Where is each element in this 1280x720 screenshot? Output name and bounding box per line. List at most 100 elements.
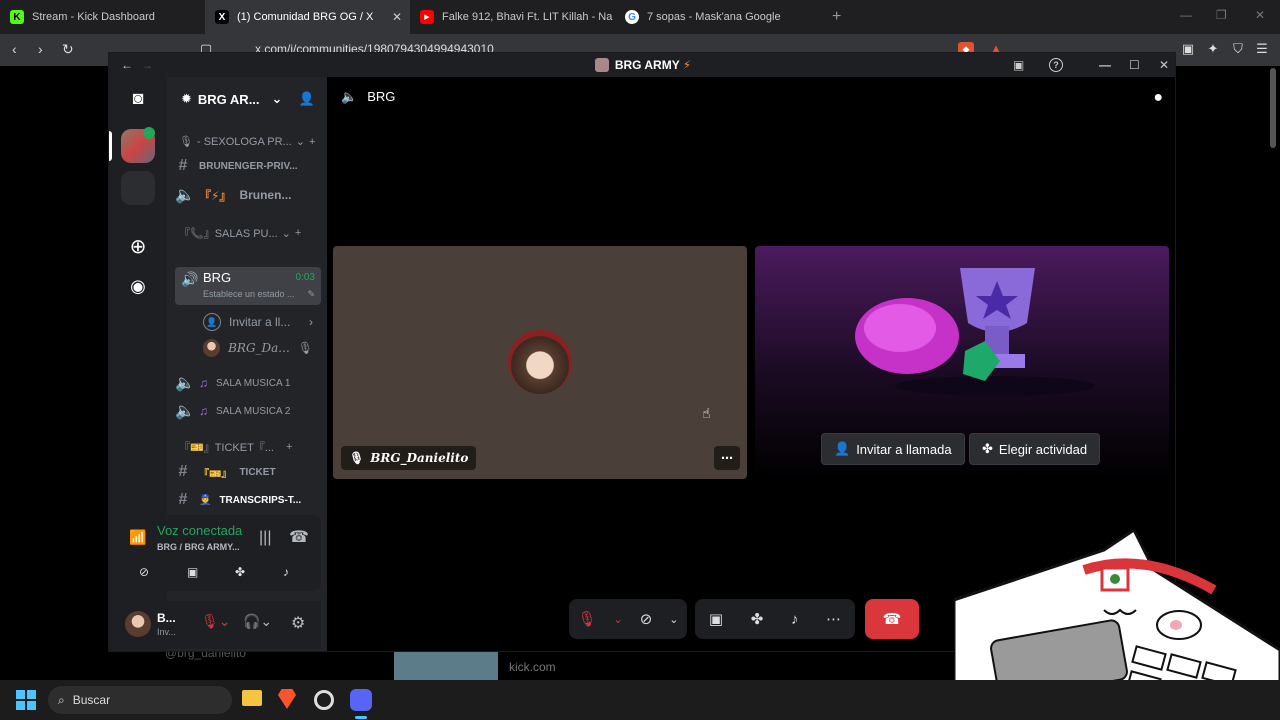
voice-location[interactable]: BRG / BRG ARMY... [157,542,240,552]
chevron-down-icon[interactable]: ⌄ [614,613,623,626]
add-person-icon: 👤 [203,313,221,331]
screen-share-icon[interactable]: ▣ [187,565,198,579]
tab-kick[interactable]: K Stream - Kick Dashboard [0,0,205,34]
tab-google[interactable]: G 7 sopas - Mask'ana Google [615,0,820,34]
chevron-down-icon[interactable]: ⌄ [669,613,678,626]
participant-tile[interactable]: 🎙 BRG_Danielito ⋯ [333,246,747,479]
brave-icon[interactable] [278,689,296,709]
wallet-icon[interactable]: ▣ [1180,42,1196,56]
chevron-right-icon: › [309,315,313,329]
add-channel-icon[interactable]: + [295,227,301,239]
invite-call-button[interactable]: 👤 Invitar a llamada [821,433,965,465]
discord-taskbar-icon[interactable] [350,689,372,711]
add-member-icon[interactable]: 👤 [298,91,314,107]
hang-up-button[interactable]: ☎ [865,599,919,639]
minimize-icon[interactable]: — [1099,58,1111,72]
settings-gear-icon[interactable]: ⚙ [291,613,305,633]
category-ticket[interactable]: 『🎫』TICKET『... + [179,439,323,455]
activity-icon: ✤ [982,441,993,456]
speaker-icon: 🔈 [175,187,195,204]
channel-label: BRG [203,270,232,285]
user-panel: B... Inv... 🎙⌄ 🎧⌄ ⚙ [115,601,321,649]
mic-control-group: 🎙 ⌄ ⊘ ⌄ [569,599,687,639]
category-salas[interactable]: 『📞』SALAS PU... ⌄ + [179,225,323,241]
voice-status[interactable]: Voz conectada [157,523,242,538]
edit-icon[interactable]: ✎ [307,289,315,300]
camera-off-icon[interactable]: ⊘ [139,565,149,579]
soundboard-icon[interactable]: ♪ [791,611,799,628]
channel-ticket[interactable]: # 『🎫』 TICKET [175,463,319,481]
category-sexologa[interactable]: 🎙 - SEXOLOGA PR... ⌄ + [179,135,323,149]
minimize-icon[interactable]: — [1180,8,1192,22]
noise-suppression-icon[interactable]: ||| [259,529,271,547]
tab-x-community[interactable]: X (1) Comunidad BRG OG / X ✕ [205,0,410,34]
back-arrow-icon[interactable]: ← [121,58,133,72]
mic-muted-icon[interactable]: 🎙 [577,610,596,628]
file-explorer-icon[interactable] [242,690,262,706]
headphones-icon[interactable]: 🎧⌄ [243,613,272,630]
voice-member[interactable]: BRG_Da... 🎙 [203,339,313,357]
activity-icon[interactable]: ✤ [751,610,764,628]
choose-activity-button[interactable]: ✤ Elegir actividad [969,433,1101,465]
phone-hangup-icon: ☎ [882,611,902,628]
youtube-icon: ▶ [420,10,434,24]
forward-icon[interactable]: › [38,41,43,57]
server-header[interactable]: ✹ BRG AR... ⌄ 👤 [181,91,315,107]
reload-icon[interactable]: ↻ [62,41,74,58]
more-icon[interactable]: ⋯ [826,610,841,628]
participant-name-label: 🎙 BRG_Danielito [341,446,477,470]
add-channel-icon[interactable]: + [286,441,292,453]
discover-icon[interactable]: ◉ [121,269,155,303]
chat-bubble-icon[interactable]: ● [1153,89,1163,107]
chrome-icon[interactable] [314,690,334,710]
hash-icon: # [178,157,188,174]
channel-transcripts[interactable]: # 👮 TRANSCRIPS-T... [175,491,319,509]
vpn-icon[interactable]: ⛉ [1230,42,1246,56]
close-icon[interactable]: ✕ [1159,58,1169,72]
activity-tile: 👤 Invitar a llamada ✤ Elegir actividad [755,246,1169,479]
server-folder[interactable] [121,171,155,205]
windows-start-icon[interactable] [16,690,36,710]
screen-share-icon[interactable]: ▣ [709,610,723,628]
channel-sala-musica-1[interactable]: 🔈 ♫ SALA MUSICA 1 [175,373,319,393]
soundboard-icon[interactable]: ♪ [283,565,289,579]
disconnect-icon[interactable]: ☎ [289,527,309,547]
add-channel-icon[interactable]: + [309,136,315,148]
chevron-down-icon: ⌄ [271,91,283,106]
discord-home-icon[interactable]: ◙ [121,81,155,115]
inbox-icon[interactable]: ▣ [1013,58,1024,72]
member-name: BRG_Da... [228,341,290,355]
channel-brg-active[interactable]: 🔊 BRG 0:03 Establece un estado ... ✎ [175,267,321,305]
scrollbar[interactable] [1270,68,1276,148]
menu-icon[interactable]: ☰ [1254,42,1270,56]
taskbar-search[interactable]: ⌕ Buscar [48,686,232,714]
channel-sala-musica-2[interactable]: 🔈 ♫ SALA MUSICA 2 [175,401,319,421]
add-server-icon[interactable]: ⊕ [121,229,155,263]
channel-brunenger-priv[interactable]: # BRUNENGER-PRIV... [175,157,319,175]
forward-arrow-icon[interactable]: → [141,58,153,72]
tab-youtube[interactable]: ▶ Falke 912, Bhavi Ft. LIT Killah - Na [410,0,615,34]
mic-muted-icon[interactable]: 🎙⌄ [201,613,231,630]
camera-off-icon[interactable]: ⊘ [640,610,653,628]
help-icon[interactable]: ? [1049,58,1063,72]
new-tab-icon[interactable]: + [832,8,841,26]
user-name: B... [157,611,176,625]
hand-cursor-icon: ☝ [702,405,711,421]
more-options-icon[interactable]: ⋯ [714,446,740,470]
close-window-icon[interactable]: ✕ [1255,8,1265,22]
browser-tab-bar: K Stream - Kick Dashboard X (1) Comunida… [0,0,1280,34]
maximize-icon[interactable]: ☐ [1129,58,1140,72]
status-prompt[interactable]: Establece un estado ... [203,289,295,299]
invite-label: Invitar a ll... [229,315,291,329]
music-note-icon: ♫ [199,404,208,418]
channel-brunen[interactable]: 🔈 『⚡』 Brunen... [175,185,319,205]
avatar[interactable] [125,611,151,637]
invite-to-call[interactable]: 👤 Invitar a ll... › [203,313,313,331]
leo-icon[interactable]: ✦ [1205,42,1221,56]
back-icon[interactable]: ‹ [12,41,17,57]
add-person-icon: 👤 [834,441,851,456]
close-tab-icon[interactable]: ✕ [392,10,402,24]
behind-site: kick.com [509,660,556,674]
maximize-icon[interactable]: ❐ [1216,8,1227,22]
activity-icon[interactable]: ✤ [235,565,245,579]
